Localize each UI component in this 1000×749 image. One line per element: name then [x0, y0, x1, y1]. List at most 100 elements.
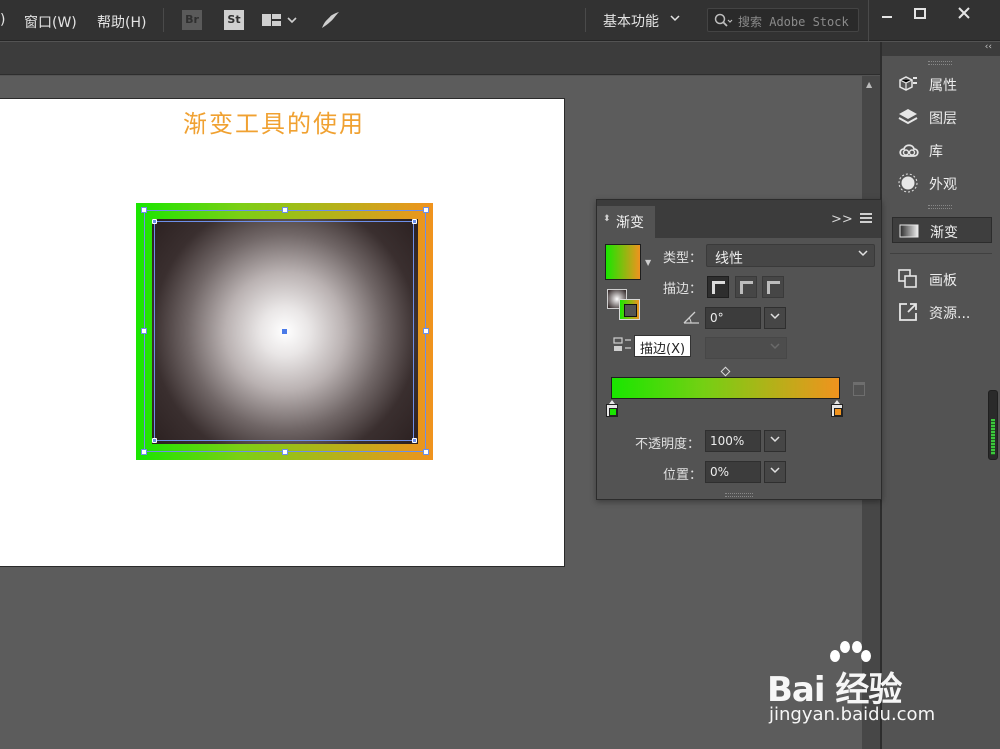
bounding-handle-top-left[interactable]	[141, 207, 147, 213]
angle-input[interactable]: 0°	[705, 307, 761, 329]
gradient-type-select[interactable]: 线性	[706, 244, 875, 267]
anchor-point[interactable]	[152, 438, 157, 443]
dock-item-layers[interactable]: 图层	[892, 104, 992, 130]
close-button[interactable]	[950, 4, 978, 24]
panel-options-toggle-icon[interactable]: ⬍	[603, 214, 611, 224]
location-input[interactable]: 0%	[705, 461, 761, 483]
dock-item-appearance[interactable]: 外观	[892, 170, 992, 196]
baidu-jingyan-watermark: Bai 经验 jingyan.baidu.com	[767, 640, 967, 730]
gradient-panel-header[interactable]: ⬍ 渐变 >>	[597, 200, 881, 238]
menu-separator	[163, 8, 164, 32]
stop-body	[606, 404, 618, 417]
type-select-value: 线性	[715, 251, 743, 267]
object-center-point[interactable]	[282, 329, 287, 334]
chevron-down-icon[interactable]: ▼	[645, 258, 651, 267]
dock-item-label: 画板	[929, 273, 957, 289]
dock-item-asset-export[interactable]: 资源...	[892, 299, 992, 325]
bounding-handle-bottom[interactable]	[282, 449, 288, 455]
bounding-handle-top[interactable]	[282, 207, 288, 213]
gradient-midpoint-handle[interactable]	[720, 366, 731, 377]
dock-group-grip[interactable]	[928, 61, 952, 65]
anchor-point[interactable]	[412, 438, 417, 443]
minimize-button[interactable]	[873, 4, 901, 24]
scroll-up-icon[interactable]: ▲	[866, 80, 872, 89]
angle-value: 0°	[710, 311, 724, 325]
dock-item-gradient[interactable]: 渐变	[892, 217, 992, 243]
menu-item-partial[interactable]: )	[0, 12, 5, 28]
bounding-handle-bottom-right[interactable]	[423, 449, 429, 455]
dock-item-label: 属性	[929, 78, 957, 94]
search-placeholder: 搜索 Adobe Stock	[738, 15, 849, 29]
stroke-along-icon	[740, 281, 753, 294]
menu-separator	[868, 0, 869, 41]
asset-export-icon	[898, 302, 918, 322]
reverse-gradient-icon[interactable]	[613, 336, 633, 354]
dock-item-libraries[interactable]: 库	[892, 137, 992, 163]
menu-separator	[585, 8, 586, 32]
dock-item-properties[interactable]: 属性	[892, 71, 992, 97]
menu-item-help[interactable]: 帮助(H)	[97, 12, 146, 32]
bounding-handle-top-right[interactable]	[423, 207, 429, 213]
gradient-stop-end[interactable]	[831, 400, 843, 418]
tab-gradient[interactable]: ⬍ 渐变	[597, 206, 655, 238]
stock-search-input[interactable]: 搜索 Adobe Stock	[707, 8, 859, 32]
anchor-point[interactable]	[412, 219, 417, 224]
artboards-icon	[898, 269, 918, 289]
artboard-title-text[interactable]: 渐变工具的使用	[0, 104, 548, 139]
opacity-value: 100%	[710, 434, 745, 448]
panel-menu-icon[interactable]	[860, 213, 872, 223]
document-tab-strip	[0, 42, 880, 75]
bounding-handle-bottom-left[interactable]	[141, 449, 147, 455]
gradient-swatch-preview[interactable]	[605, 244, 641, 280]
chevron-down-icon[interactable]	[670, 12, 680, 26]
bridge-icon[interactable]: Br	[182, 10, 202, 30]
panel-resize-grip[interactable]	[725, 493, 753, 497]
appearance-icon	[898, 173, 918, 193]
angle-dropdown[interactable]	[764, 307, 786, 329]
workspace-switcher[interactable]: 基本功能	[603, 11, 659, 31]
dock-item-artboards[interactable]: 画板	[892, 266, 992, 292]
location-value: 0%	[710, 465, 730, 479]
delete-stop-icon[interactable]	[853, 382, 865, 396]
gpu-performance-icon[interactable]	[320, 10, 340, 30]
gradient-stop-start[interactable]	[606, 400, 618, 418]
angle-icon	[683, 310, 701, 328]
menu-bar: ) 窗口(W) 帮助(H) Br St 基本功能 搜索 Adobe Stock	[0, 0, 1000, 41]
chevron-down-icon	[770, 341, 780, 354]
stroke-along-button[interactable]	[735, 276, 757, 298]
opacity-dropdown[interactable]	[764, 430, 786, 452]
collapse-panel-icon[interactable]: >>	[831, 212, 853, 227]
watermark-url: jingyan.baidu.com	[769, 704, 936, 725]
stop-body	[831, 404, 843, 417]
libraries-icon	[898, 140, 919, 160]
stroke-within-icon	[712, 281, 725, 294]
search-icon	[714, 13, 733, 27]
layers-icon	[898, 107, 918, 127]
stock-icon[interactable]: St	[224, 10, 244, 30]
collapse-panels-icon[interactable]: ‹‹	[985, 42, 992, 52]
dock-item-label: 渐变	[930, 225, 958, 241]
stroke-within-button[interactable]	[707, 276, 729, 298]
bounding-handle-left[interactable]	[141, 328, 147, 334]
stroke-across-icon	[767, 281, 780, 294]
dock-scroll-thumb[interactable]	[991, 419, 995, 455]
opacity-input[interactable]: 100%	[705, 430, 761, 452]
chevron-down-icon	[770, 465, 780, 478]
dock-scrollbar[interactable]	[988, 390, 998, 460]
stroke-across-button[interactable]	[762, 276, 784, 298]
arrange-documents-icon[interactable]	[262, 10, 298, 30]
dock-item-label: 图层	[929, 111, 957, 127]
maximize-button[interactable]	[906, 4, 934, 24]
location-dropdown[interactable]	[764, 461, 786, 483]
chevron-down-icon	[770, 434, 780, 447]
bounding-handle-right[interactable]	[423, 328, 429, 334]
dock-group-grip[interactable]	[928, 205, 952, 209]
stroke-chip[interactable]	[619, 299, 640, 320]
gradient-slider-bar[interactable]	[611, 377, 840, 399]
stroke-tooltip: 描边(X)	[634, 335, 692, 357]
anchor-point[interactable]	[152, 219, 157, 224]
menu-item-window[interactable]: 窗口(W)	[24, 12, 77, 32]
aspect-ratio-dropdown-disabled	[705, 337, 787, 359]
dock-header: ‹‹	[882, 42, 1000, 56]
chevron-down-icon	[858, 248, 868, 261]
